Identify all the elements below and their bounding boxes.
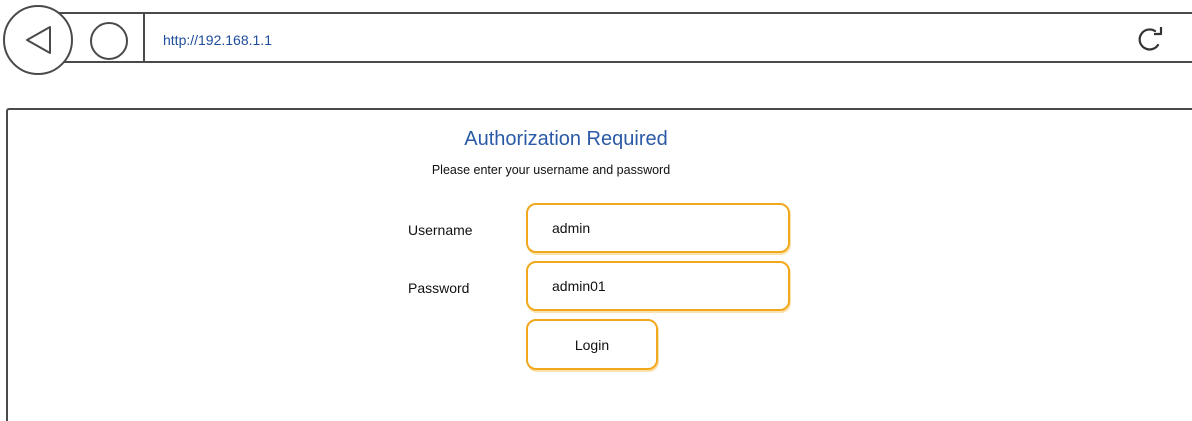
page-subtitle: Please enter your username and password bbox=[431, 163, 671, 177]
back-arrow-icon bbox=[3, 5, 73, 75]
home-button[interactable] bbox=[86, 18, 132, 64]
url-text[interactable]: http://192.168.1.1 bbox=[163, 31, 272, 49]
login-button[interactable]: Login bbox=[526, 319, 658, 370]
browser-toolbar: http://192.168.1.1 bbox=[0, 0, 1192, 80]
password-input[interactable] bbox=[526, 261, 790, 311]
reload-icon bbox=[1138, 27, 1163, 51]
back-button[interactable] bbox=[0, 0, 84, 80]
password-label: Password bbox=[408, 280, 470, 296]
reload-button[interactable] bbox=[1136, 25, 1168, 53]
address-bar-divider bbox=[143, 13, 145, 62]
username-input[interactable] bbox=[526, 203, 790, 253]
page-title: Authorization Required bbox=[464, 128, 668, 150]
username-label: Username bbox=[408, 222, 473, 238]
circle-home-icon bbox=[90, 22, 128, 60]
browser-window: http://192.168.1.1 Authorization Require… bbox=[0, 0, 1192, 421]
